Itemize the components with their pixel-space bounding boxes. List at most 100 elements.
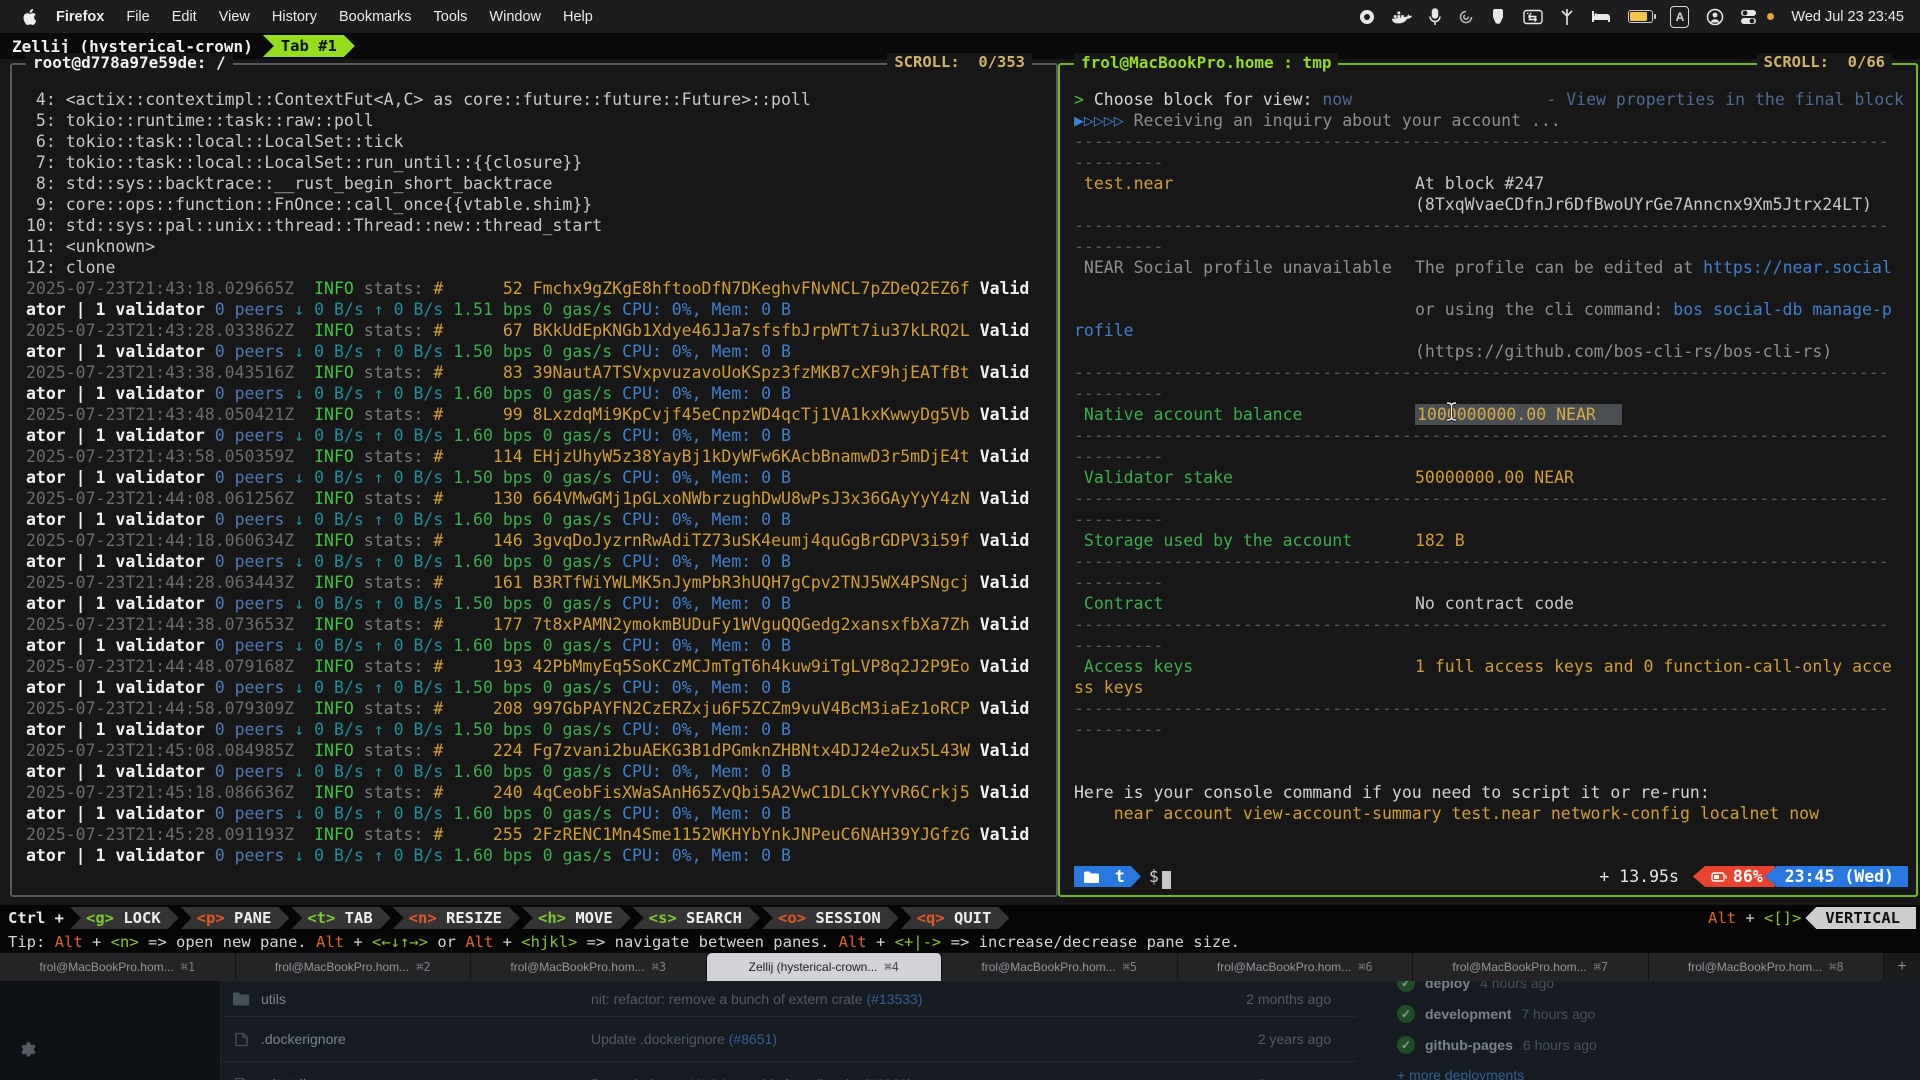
separator-line: --------- bbox=[1074, 152, 1908, 173]
terminal-line: Access keys1 full access keys and 0 func… bbox=[1074, 656, 1908, 677]
zellij-window: Zellij (hysterical-crown) Tab #1 root@d7… bbox=[0, 33, 1920, 953]
pane-right[interactable]: frol@MacBookPro.home : tmp SCROLL: 0/66 … bbox=[1058, 63, 1918, 897]
terminal-tab-3[interactable]: frol@MacBookPro.hom...⌘3 bbox=[471, 953, 707, 981]
separator-line: --------- bbox=[1074, 719, 1908, 740]
menu-item-tools[interactable]: Tools bbox=[423, 9, 479, 25]
pane-right-content: > Choose block for view: now- View prope… bbox=[1060, 65, 1916, 895]
stack-trace-line: 12: clone bbox=[26, 257, 1048, 278]
menu-item-bookmarks[interactable]: Bookmarks bbox=[328, 9, 423, 25]
status-ctrl-label: Ctrl + bbox=[8, 909, 64, 927]
shell-prompt[interactable]: t$+ 13.95s86%23:45 (Wed) bbox=[1074, 866, 1908, 887]
file-name[interactable]: .gitattributes bbox=[261, 1076, 591, 1080]
menu-item-help[interactable]: Help bbox=[552, 9, 604, 25]
browser-left-rail bbox=[0, 981, 220, 1080]
sprout-icon[interactable] bbox=[1560, 7, 1574, 27]
log-line-stats: 2025-07-23T21:45:08.084985Z INFO stats: … bbox=[26, 740, 1048, 761]
apple-menu-icon[interactable] bbox=[22, 8, 37, 26]
settings-gear-icon[interactable] bbox=[16, 1039, 38, 1066]
zellij-tab-1[interactable]: Tab #1 bbox=[263, 35, 355, 57]
terminal-line: (https://github.com/bos-cli-rs/bos-cli-r… bbox=[1074, 341, 1908, 362]
terminal-tab-1[interactable]: frol@MacBookPro.hom...⌘1 bbox=[0, 953, 236, 981]
log-line-validator: ator | 1 validator 0 peers ↓ 0 B/s ↑ 0 B… bbox=[26, 761, 1048, 782]
keybind-move: <h> MOVE bbox=[522, 907, 631, 929]
commit-message[interactable]: fix: exclude test WebAssembly from lingu… bbox=[591, 1076, 1201, 1080]
more-deployments-link[interactable]: + more deployments bbox=[1397, 1067, 1920, 1080]
stack-trace-line: 10: std::sys::pal::unix::thread::Thread:… bbox=[26, 215, 1048, 236]
deployment-name[interactable]: development bbox=[1425, 1006, 1511, 1022]
file-row[interactable]: .gitattributesfix: exclude test WebAssem… bbox=[221, 1061, 1357, 1080]
screen: FirefoxFileEditViewHistoryBookmarksTools… bbox=[0, 0, 1920, 1080]
separator-line: ----------------------------------------… bbox=[1074, 362, 1908, 383]
input-source-icon[interactable]: A bbox=[1670, 6, 1689, 28]
new-tab-button[interactable]: + bbox=[1884, 953, 1920, 981]
pointer-glove-icon[interactable] bbox=[1491, 7, 1506, 27]
log-line-validator: ator | 1 validator 0 peers ↓ 0 B/s ↑ 0 B… bbox=[26, 341, 1048, 362]
separator-line: --------- bbox=[1074, 383, 1908, 404]
microphone-icon[interactable] bbox=[1429, 7, 1441, 27]
menu-item-history[interactable]: History bbox=[261, 9, 328, 25]
menu-bar-clock[interactable]: Wed Jul 23 23:45 bbox=[1791, 9, 1904, 25]
log-line-validator: ator | 1 validator 0 peers ↓ 0 B/s ↑ 0 B… bbox=[26, 299, 1048, 320]
deployments-panel: ✓deploy4 hours ago ✓development7 hours ag… bbox=[1357, 981, 1920, 1080]
commit-message[interactable]: nit: refactor: remove a bunch of extern … bbox=[591, 991, 1201, 1007]
menu-item-view[interactable]: View bbox=[208, 9, 261, 25]
file-name[interactable]: .dockerignore bbox=[261, 1031, 591, 1047]
pr-link[interactable]: (#8868) bbox=[864, 1076, 912, 1080]
control-center-icon[interactable] bbox=[1741, 7, 1774, 27]
menu-item-window[interactable]: Window bbox=[478, 9, 552, 25]
deployment-item[interactable]: ✓deploy4 hours ago bbox=[1397, 981, 1920, 992]
deployment-item[interactable]: ✓development7 hours ago bbox=[1397, 1005, 1920, 1023]
stack-trace-line: 6: tokio::task::local::LocalSet::tick bbox=[26, 131, 1048, 152]
menu-item-file[interactable]: File bbox=[115, 9, 160, 25]
screen-share-icon[interactable] bbox=[1523, 7, 1543, 27]
separator-line: ----------------------------------------… bbox=[1074, 488, 1908, 509]
separator-line: ----------------------------------------… bbox=[1074, 698, 1908, 719]
separator-line: ----------------------------------------… bbox=[1074, 215, 1908, 236]
user-account-icon[interactable] bbox=[1706, 7, 1724, 27]
log-line-stats: 2025-07-23T21:44:58.079309Z INFO stats: … bbox=[26, 698, 1048, 719]
commit-message[interactable]: Update .dockerignore (#8651) bbox=[591, 1031, 1201, 1047]
bed-icon[interactable] bbox=[1591, 7, 1611, 27]
terminal-tab-5[interactable]: frol@MacBookPro.hom...⌘5 bbox=[942, 953, 1178, 981]
battery-ribbon: 86% bbox=[1693, 866, 1775, 887]
blank-line bbox=[1074, 740, 1908, 761]
file-name[interactable]: utils bbox=[261, 991, 591, 1007]
stack-trace-line: 11: <unknown> bbox=[26, 236, 1048, 257]
pr-link[interactable]: (#8651) bbox=[729, 1031, 777, 1047]
file-row[interactable]: .dockerignoreUpdate .dockerignore (#8651… bbox=[221, 1016, 1357, 1061]
log-line-stats: 2025-07-23T21:44:38.073653Z INFO stats: … bbox=[26, 614, 1048, 635]
terminal-tab-strip: frol@MacBookPro.hom...⌘1frol@MacBookPro.… bbox=[0, 953, 1920, 981]
terminal-tab-4[interactable]: Zellij (hysterical-crown...⌘4 bbox=[707, 953, 943, 981]
pane-left[interactable]: root@d778a97e59de: / SCROLL: 0/353 4: <a… bbox=[10, 63, 1058, 897]
terminal-tab-2[interactable]: frol@MacBookPro.hom...⌘2 bbox=[236, 953, 472, 981]
zellij-tip-line: Tip: Alt + <n> => open new pane. Alt + <… bbox=[0, 931, 1920, 953]
terminal-cursor[interactable] bbox=[1162, 871, 1171, 889]
terminal-tab-7[interactable]: frol@MacBookPro.hom...⌘7 bbox=[1413, 953, 1649, 981]
blank-line bbox=[1074, 278, 1908, 299]
separator-line: ----------------------------------------… bbox=[1074, 551, 1908, 572]
deployment-name[interactable]: github-pages bbox=[1425, 1037, 1513, 1053]
pr-link[interactable]: (#13533) bbox=[866, 991, 922, 1007]
separator-line: --------- bbox=[1074, 446, 1908, 467]
file-icon bbox=[221, 1077, 261, 1080]
battery-icon[interactable] bbox=[1628, 7, 1653, 27]
separator-line: --------- bbox=[1074, 572, 1908, 593]
command-duration: + 13.95s bbox=[1599, 866, 1678, 887]
file-row[interactable]: utilsnit: refactor: remove a bunch of ex… bbox=[221, 981, 1357, 1016]
commit-date: 2 months ago bbox=[1201, 991, 1331, 1007]
deployment-item[interactable]: ✓github-pages6 hours ago bbox=[1397, 1036, 1920, 1054]
keybind-session: <o> SESSION bbox=[762, 907, 899, 929]
docker-icon[interactable] bbox=[1392, 7, 1412, 27]
separator-line: --------- bbox=[1074, 635, 1908, 656]
terminal-line: Storage used by the account182 B bbox=[1074, 530, 1908, 551]
prompt-symbol: $ bbox=[1149, 866, 1159, 887]
log-line-validator: ator | 1 validator 0 peers ↓ 0 B/s ↑ 0 B… bbox=[26, 677, 1048, 698]
record-icon[interactable] bbox=[1359, 7, 1375, 27]
deployment-name[interactable]: deploy bbox=[1425, 981, 1470, 991]
spinner-icon[interactable] bbox=[1458, 7, 1474, 27]
notification-dot bbox=[1767, 13, 1774, 20]
menu-item-firefox[interactable]: Firefox bbox=[45, 9, 115, 25]
terminal-tab-6[interactable]: frol@MacBookPro.hom...⌘6 bbox=[1178, 953, 1414, 981]
menu-item-edit[interactable]: Edit bbox=[161, 9, 208, 25]
terminal-tab-8[interactable]: frol@MacBookPro.hom...⌘8 bbox=[1649, 953, 1885, 981]
